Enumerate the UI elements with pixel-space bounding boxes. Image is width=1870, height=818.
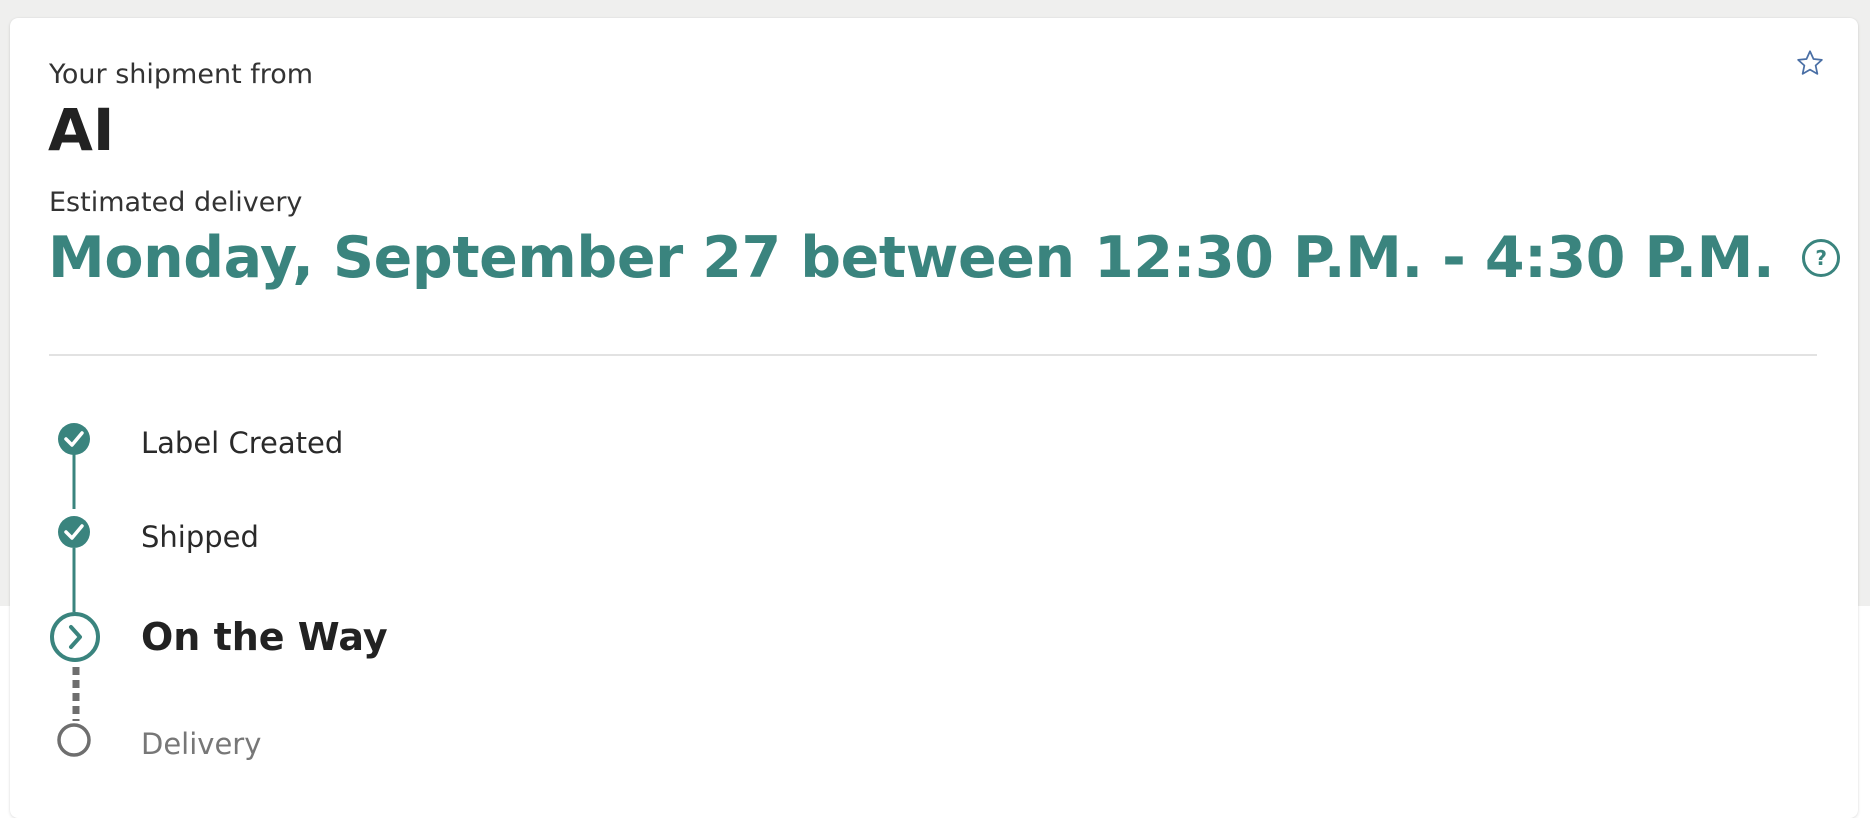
estimated-delivery-row: Monday, September 27 between 12:30 P.M. …: [48, 222, 1841, 294]
timeline-step-on-the-way: On the Way: [141, 615, 388, 659]
shipment-from-label: Your shipment from: [49, 59, 314, 90]
shipment-card: [10, 18, 1858, 818]
timeline-step-shipped: Shipped: [141, 520, 259, 554]
timeline-step-label-created: Label Created: [141, 426, 344, 460]
timeline-step-delivery: Delivery: [141, 727, 262, 761]
shipper-name: AI: [48, 96, 115, 164]
star-outline-icon: [1797, 50, 1823, 75]
estimated-delivery-date: Monday, September 27 between 12:30 P.M. …: [48, 225, 1775, 291]
help-glyph: ?: [1815, 246, 1828, 270]
question-circle-icon[interactable]: ?: [1802, 239, 1841, 277]
section-divider: [49, 354, 1817, 356]
favorite-button[interactable]: [1793, 46, 1827, 80]
estimated-delivery-label: Estimated delivery: [49, 187, 303, 218]
